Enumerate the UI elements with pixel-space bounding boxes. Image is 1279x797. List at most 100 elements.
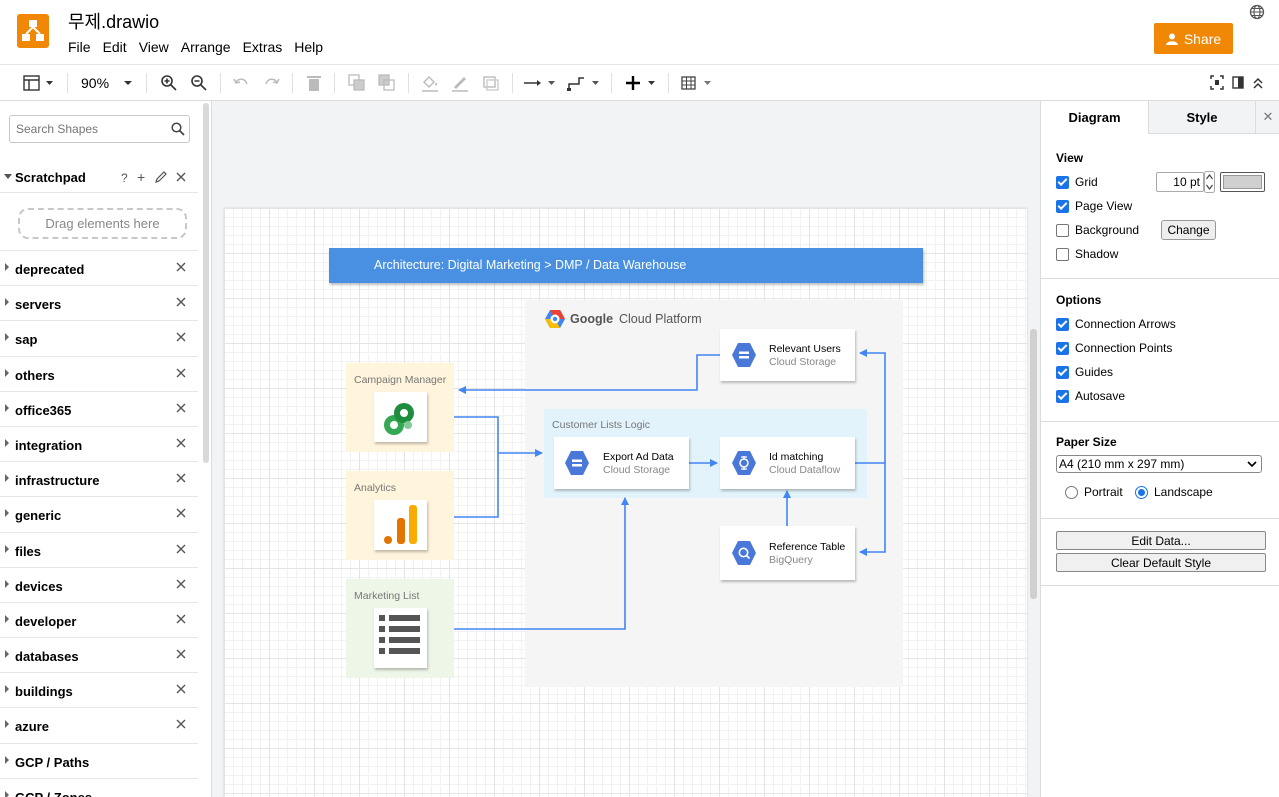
library-close-icon[interactable] xyxy=(176,473,186,483)
page-view-checkbox[interactable] xyxy=(1056,199,1069,213)
globe-icon[interactable] xyxy=(1249,4,1265,20)
collapse-chevron-icon[interactable] xyxy=(1252,74,1264,92)
paper-size-select[interactable]: A4 (210 mm x 297 mm) xyxy=(1056,455,1262,473)
export-ad-data-node[interactable]: Export Ad Data Cloud Storage xyxy=(554,437,689,489)
portrait-radio[interactable] xyxy=(1065,485,1078,499)
title-banner[interactable]: Architecture: Digital Marketing > DMP / … xyxy=(329,248,923,283)
connection-arrows-option[interactable]: Connection Arrows xyxy=(1056,317,1176,331)
arrow-analytics-to-export[interactable] xyxy=(454,453,499,518)
library-deprecated[interactable]: deprecated xyxy=(0,251,198,287)
waypoints-icon[interactable] xyxy=(567,74,601,92)
menu-view[interactable]: View xyxy=(133,39,175,55)
insert-plus-icon[interactable] xyxy=(624,74,658,92)
library-close-icon[interactable] xyxy=(176,614,186,624)
sidebar-scrollbar[interactable] xyxy=(203,103,209,463)
library-close-icon[interactable] xyxy=(176,332,186,342)
drawio-logo-icon[interactable] xyxy=(17,14,49,48)
diagram-canvas[interactable]: Architecture: Digital Marketing > DMP / … xyxy=(212,101,1040,797)
grid-color-swatch[interactable] xyxy=(1220,172,1265,192)
connection-style-icon[interactable] xyxy=(523,74,557,92)
menu-help[interactable]: Help xyxy=(288,39,329,55)
library-devices[interactable]: devices xyxy=(0,568,198,603)
format-panel-close-icon[interactable]: ✕ xyxy=(1255,101,1279,134)
library-sap[interactable]: sap xyxy=(0,321,198,357)
edit-data-button[interactable]: Edit Data... xyxy=(1056,531,1266,550)
campaign-manager-source[interactable]: Campaign Manager xyxy=(346,363,454,452)
menu-file[interactable]: File xyxy=(68,39,97,55)
library-close-icon[interactable] xyxy=(176,649,186,659)
to-back-icon[interactable] xyxy=(378,74,396,92)
scratchpad-edit-pencil-icon[interactable] xyxy=(155,171,167,183)
search-input[interactable] xyxy=(16,122,166,136)
shadow-checkbox[interactable] xyxy=(1056,247,1069,261)
fill-color-icon[interactable] xyxy=(421,74,439,92)
delete-icon[interactable] xyxy=(306,74,322,92)
library-servers[interactable]: servers xyxy=(0,286,198,322)
guides-checkbox[interactable] xyxy=(1056,365,1069,379)
shadow-option[interactable]: Shadow xyxy=(1056,247,1118,261)
library-close-icon[interactable] xyxy=(176,403,186,413)
library-close-icon[interactable] xyxy=(176,684,186,694)
library-close-icon[interactable] xyxy=(176,544,186,554)
scratchpad-help-icon[interactable]: ? xyxy=(121,171,128,185)
landscape-option[interactable]: Landscape xyxy=(1135,485,1213,499)
autosave-option[interactable]: Autosave xyxy=(1056,389,1125,403)
library-close-icon[interactable] xyxy=(176,508,186,518)
redo-icon[interactable] xyxy=(263,74,281,92)
library-gcp-zones[interactable]: GCP / Zones xyxy=(0,779,198,797)
scratchpad-add-icon[interactable]: + xyxy=(137,169,145,185)
undo-icon[interactable] xyxy=(232,74,250,92)
grid-size-spinner-icon[interactable] xyxy=(1204,171,1215,193)
library-close-icon[interactable] xyxy=(176,579,186,589)
library-close-icon[interactable] xyxy=(176,368,186,378)
shadow-icon[interactable] xyxy=(482,74,500,92)
id-matching-node[interactable]: Id matching Cloud Dataflow xyxy=(720,437,855,489)
page-view-option[interactable]: Page View xyxy=(1056,199,1132,213)
scratchpad-drop-zone[interactable]: Drag elements here xyxy=(18,208,187,239)
background-checkbox[interactable] xyxy=(1056,223,1069,237)
reference-table-node[interactable]: Reference Table BigQuery xyxy=(720,526,855,580)
zoom-out-icon[interactable] xyxy=(190,74,208,92)
connection-arrows-checkbox[interactable] xyxy=(1056,317,1069,331)
analytics-source[interactable]: Analytics xyxy=(346,471,454,560)
zoom-dropdown-chevron-icon[interactable] xyxy=(123,74,133,92)
library-others[interactable]: others xyxy=(0,357,198,392)
line-color-icon[interactable] xyxy=(451,74,469,92)
to-front-icon[interactable] xyxy=(348,74,366,92)
library-generic[interactable]: generic xyxy=(0,497,198,533)
share-button[interactable]: Share xyxy=(1154,23,1233,54)
portrait-option[interactable]: Portrait xyxy=(1065,485,1123,499)
library-infrastructure[interactable]: infrastructure xyxy=(0,462,198,498)
canvas-scrollbar[interactable] xyxy=(1030,329,1037,599)
library-buildings[interactable]: buildings xyxy=(0,673,198,709)
clear-default-style-button[interactable]: Clear Default Style xyxy=(1056,553,1266,572)
library-developer[interactable]: developer xyxy=(0,603,198,639)
background-option[interactable]: Background xyxy=(1056,223,1139,237)
menu-edit[interactable]: Edit xyxy=(97,39,133,55)
library-close-icon[interactable] xyxy=(176,297,186,307)
fullscreen-icon[interactable] xyxy=(1210,74,1224,92)
zoom-level[interactable]: 90% xyxy=(81,75,109,91)
library-files[interactable]: files xyxy=(0,533,198,568)
tab-style[interactable]: Style xyxy=(1148,101,1255,134)
document-title[interactable]: 무제.drawio xyxy=(68,8,159,34)
marketing-list-source[interactable]: Marketing List xyxy=(346,579,454,678)
grid-size-input[interactable]: 10 pt xyxy=(1156,172,1204,192)
library-azure[interactable]: azure xyxy=(0,708,198,744)
library-gcp-paths[interactable]: GCP / Paths xyxy=(0,744,198,779)
relevant-users-node[interactable]: Relevant Users Cloud Storage xyxy=(720,329,855,381)
library-databases[interactable]: databases xyxy=(0,638,198,674)
zoom-in-icon[interactable] xyxy=(160,74,178,92)
search-icon[interactable] xyxy=(171,122,185,136)
connection-points-option[interactable]: Connection Points xyxy=(1056,341,1172,355)
panels-toggle-icon[interactable] xyxy=(23,74,55,92)
library-close-icon[interactable] xyxy=(176,438,186,448)
autosave-checkbox[interactable] xyxy=(1056,389,1069,403)
landscape-radio[interactable] xyxy=(1135,485,1148,499)
grid-checkbox[interactable] xyxy=(1056,175,1069,189)
format-panel-toggle-icon[interactable] xyxy=(1232,74,1244,92)
guides-option[interactable]: Guides xyxy=(1056,365,1113,379)
library-close-icon[interactable] xyxy=(176,719,186,729)
grid-option[interactable]: Grid xyxy=(1056,175,1098,189)
menu-extras[interactable]: Extras xyxy=(237,39,289,55)
